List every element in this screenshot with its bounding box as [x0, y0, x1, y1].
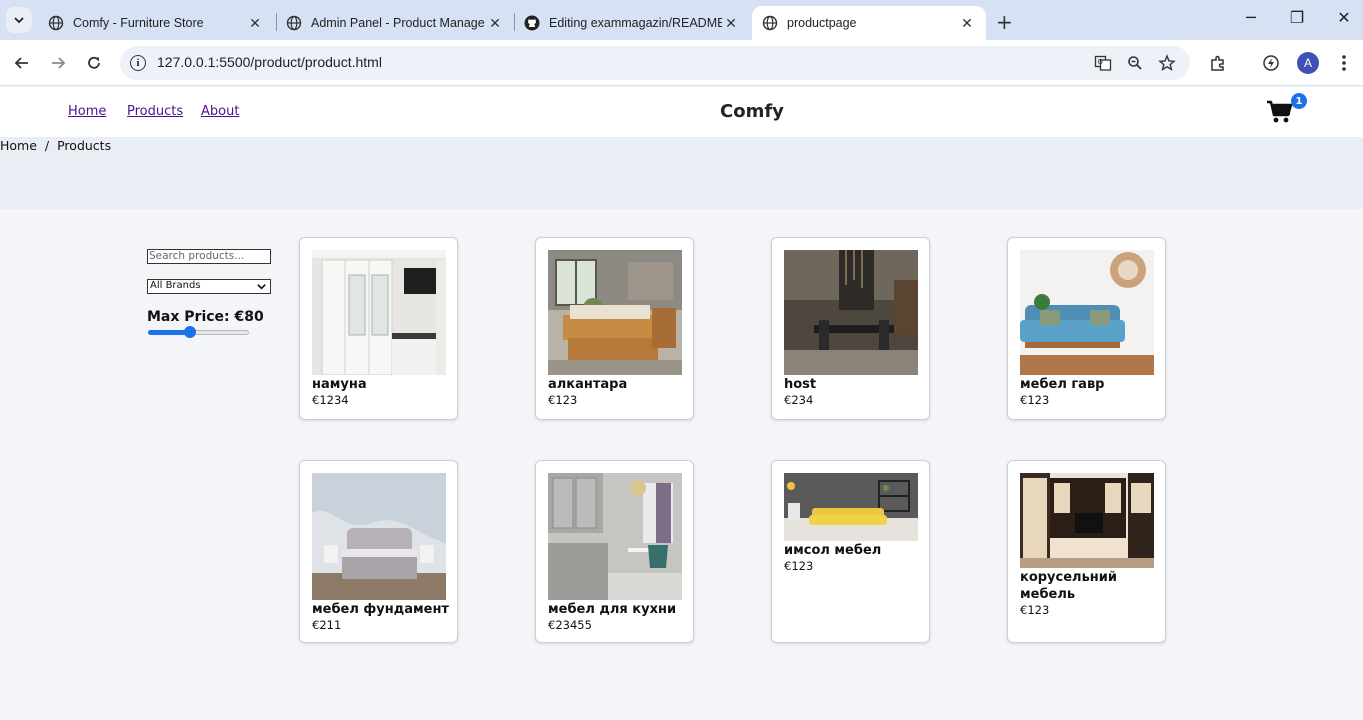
breadcrumb-separator: /: [44, 138, 50, 153]
product-image-wardrobe: [312, 250, 446, 375]
browser-toolbar: i 127.0.0.1:5500/product/product.html G: [0, 40, 1363, 86]
window-close-icon[interactable]: ✕: [1329, 8, 1359, 27]
product-image-sofa: [1020, 250, 1154, 375]
minimize-icon[interactable]: ─: [1236, 8, 1266, 27]
github-icon: [524, 15, 540, 31]
close-tab-icon[interactable]: ✕: [486, 15, 504, 32]
nav-link-about[interactable]: About: [201, 104, 239, 119]
cart-count-badge: 1: [1291, 93, 1307, 109]
url-text[interactable]: 127.0.0.1:5500/product/product.html: [157, 54, 382, 70]
price-slider-handle[interactable]: [184, 326, 196, 338]
product-name: намуна: [312, 377, 367, 392]
chevron-down-icon: [257, 284, 266, 290]
nav-link-home[interactable]: Home: [68, 104, 106, 119]
site-brand[interactable]: Comfy: [720, 101, 784, 122]
reload-icon[interactable]: [83, 52, 105, 74]
brand-select[interactable]: All Brands: [147, 279, 271, 294]
breadcrumb-home[interactable]: Home: [0, 138, 37, 153]
site-info-icon[interactable]: i: [130, 55, 146, 71]
product-card[interactable]: намуна €1234: [299, 237, 458, 420]
max-price-label: Max Price: €80: [147, 309, 264, 325]
browser-tab[interactable]: Admin Panel - Product Manage ✕: [276, 6, 514, 40]
tab-title: Comfy - Furniture Store: [73, 16, 204, 30]
address-bar[interactable]: i 127.0.0.1:5500/product/product.html G: [120, 46, 1190, 80]
search-input[interactable]: Search products...: [147, 249, 271, 264]
product-image-yellow-sofa: [784, 473, 918, 541]
performance-icon[interactable]: [1260, 52, 1282, 74]
product-card[interactable]: корусельний мебель €123: [1007, 460, 1166, 643]
product-card[interactable]: мебел для кухни €23455: [535, 460, 694, 643]
product-image-dining: [784, 250, 918, 375]
new-tab-plus-icon[interactable]: +: [996, 10, 1013, 34]
back-arrow-icon[interactable]: [11, 52, 33, 74]
tab-title: Admin Panel - Product Manage: [311, 16, 485, 30]
product-price: €23455: [548, 618, 592, 632]
chevron-down-icon: [14, 17, 24, 24]
product-name: имсол мебел: [784, 543, 882, 558]
browser-tab-bar: Comfy - Furniture Store ✕ Admin Panel - …: [0, 0, 1363, 40]
globe-icon: [48, 15, 64, 31]
close-tab-icon[interactable]: ✕: [958, 15, 976, 32]
translate-icon[interactable]: G: [1094, 54, 1112, 72]
product-image-bedroom: [548, 250, 682, 375]
product-name: мебел для кухни: [548, 602, 677, 617]
product-card[interactable]: имсол мебел €123: [771, 460, 930, 643]
breadcrumb-current: Products: [57, 138, 112, 153]
product-name: корусельний мебель: [1020, 570, 1117, 602]
product-price: €123: [1020, 393, 1050, 407]
cart-icon[interactable]: [1266, 99, 1294, 125]
tab-title: productpage: [787, 16, 857, 30]
breadcrumb-banner: [0, 137, 1363, 209]
site-header: Home Products About Comfy: [0, 87, 1363, 137]
globe-icon: [286, 15, 302, 31]
browser-tab[interactable]: Editing exammagazin/README. ✕: [514, 6, 750, 40]
product-price: €123: [784, 559, 814, 573]
product-card[interactable]: алкантара €123: [535, 237, 694, 420]
zoom-icon[interactable]: [1126, 54, 1144, 72]
tab-search-button[interactable]: [6, 7, 32, 33]
nav-link-products[interactable]: Products: [127, 104, 183, 119]
browser-tab[interactable]: Comfy - Furniture Store ✕: [38, 6, 274, 40]
product-name: алкантара: [548, 377, 628, 392]
product-image-wall-unit: [1020, 473, 1154, 568]
menu-dots-icon[interactable]: [1333, 52, 1355, 74]
product-price: €234: [784, 393, 814, 407]
product-card[interactable]: мебел гавр €123: [1007, 237, 1166, 420]
product-card[interactable]: мебел фундамент €211: [299, 460, 458, 643]
breadcrumb: Home / Products: [0, 138, 111, 153]
profile-avatar[interactable]: A: [1297, 52, 1319, 74]
tab-title: Editing exammagazin/README.: [549, 16, 722, 30]
product-price: €1234: [312, 393, 349, 407]
product-name: host: [784, 377, 817, 392]
svg-text:G: G: [1098, 58, 1103, 66]
product-name: мебел гавр: [1020, 377, 1105, 392]
product-price: €123: [1020, 603, 1050, 617]
product-image-bed: [312, 473, 446, 600]
product-image-kitchen: [548, 473, 682, 600]
brand-select-value: All Brands: [150, 280, 201, 291]
browser-tab-active[interactable]: productpage ✕: [752, 6, 986, 40]
product-price: €123: [548, 393, 578, 407]
globe-icon: [762, 15, 778, 31]
forward-arrow-icon[interactable]: [47, 52, 69, 74]
close-tab-icon[interactable]: ✕: [246, 15, 264, 32]
close-tab-icon[interactable]: ✕: [722, 15, 740, 32]
restore-icon[interactable]: ❐: [1282, 8, 1312, 27]
product-name: мебел фундамент: [312, 602, 449, 617]
product-price: €211: [312, 618, 342, 632]
bookmark-star-icon[interactable]: [1158, 54, 1176, 72]
extensions-puzzle-icon[interactable]: [1207, 52, 1229, 74]
product-card[interactable]: host €234: [771, 237, 930, 420]
